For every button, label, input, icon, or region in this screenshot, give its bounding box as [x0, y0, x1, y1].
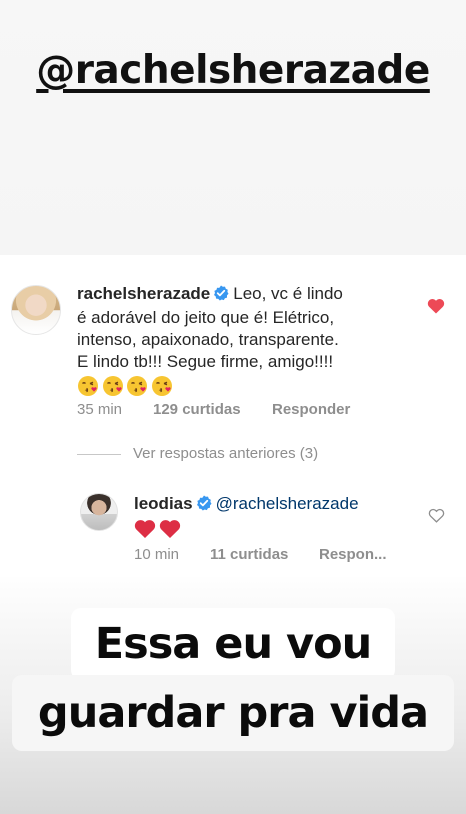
kissing-heart-emoji-icon [151, 375, 173, 403]
comment-emoji-row [77, 375, 173, 403]
reply-mention-link[interactable]: @rachelsherazade [216, 494, 359, 513]
story-caption-line-1: Essa eu vou [0, 608, 466, 680]
comment-meta: 35 min 129 curtidas Responder [77, 401, 350, 418]
reply-reply-button[interactable]: Respon... [319, 546, 387, 563]
comment-text-line-2: é adorável do jeito que é! Elétrico, [77, 308, 335, 327]
comment-likes-link[interactable]: 129 curtidas [153, 401, 272, 418]
commenter-avatar[interactable] [11, 285, 61, 335]
view-previous-replies-label: Ver respostas anteriores (3) [133, 445, 319, 462]
reply-body: leodias @rachelsherazade [134, 493, 424, 545]
caption-text-1: Essa eu vou [70, 608, 396, 680]
reply-time: 10 min [134, 546, 180, 563]
kissing-heart-emoji-icon [77, 375, 99, 403]
comment-username[interactable]: rachelsherazade [77, 284, 210, 303]
replier-avatar[interactable] [80, 493, 118, 531]
verified-badge-icon [213, 285, 229, 307]
comment-card: rachelsherazade Leo, vc é lindo é adoráve… [0, 255, 466, 577]
caption-text-2: guardar pra vida [11, 675, 455, 751]
comment-time: 35 min [77, 401, 123, 418]
view-previous-replies-button[interactable]: Ver respostas anteriores (3) [77, 445, 318, 462]
reply-emoji-row [134, 519, 181, 545]
comment-like-heart-icon[interactable] [427, 298, 445, 319]
comment-text-line-4: E lindo tb!!! Segue firme, amigo!!!! [77, 352, 334, 371]
red-heart-emoji-icon [159, 519, 181, 545]
reply-like-heart-outline-icon[interactable] [428, 508, 445, 528]
comment-reply-button[interactable]: Responder [272, 401, 350, 418]
story-handle-text: @rachelsherazade [36, 48, 430, 93]
verified-badge-icon [196, 495, 212, 517]
reply-likes-link[interactable]: 11 curtidas [210, 546, 319, 563]
reply-meta: 10 min 11 curtidas Respon... [134, 546, 387, 563]
comment-body: rachelsherazade Leo, vc é lindo é adoráve… [77, 283, 407, 403]
comment-text-line-1: Leo, vc é lindo [233, 284, 343, 303]
story-caption-line-2: guardar pra vida [0, 675, 466, 751]
reply-username[interactable]: leodias [134, 494, 193, 513]
story-header: @rachelsherazade [0, 48, 466, 93]
comment-text-line-3: intenso, apaixonado, transparente. [77, 330, 339, 349]
kissing-heart-emoji-icon [126, 375, 148, 403]
divider-line [77, 453, 121, 455]
kissing-heart-emoji-icon [102, 375, 124, 403]
red-heart-emoji-icon [134, 519, 156, 545]
